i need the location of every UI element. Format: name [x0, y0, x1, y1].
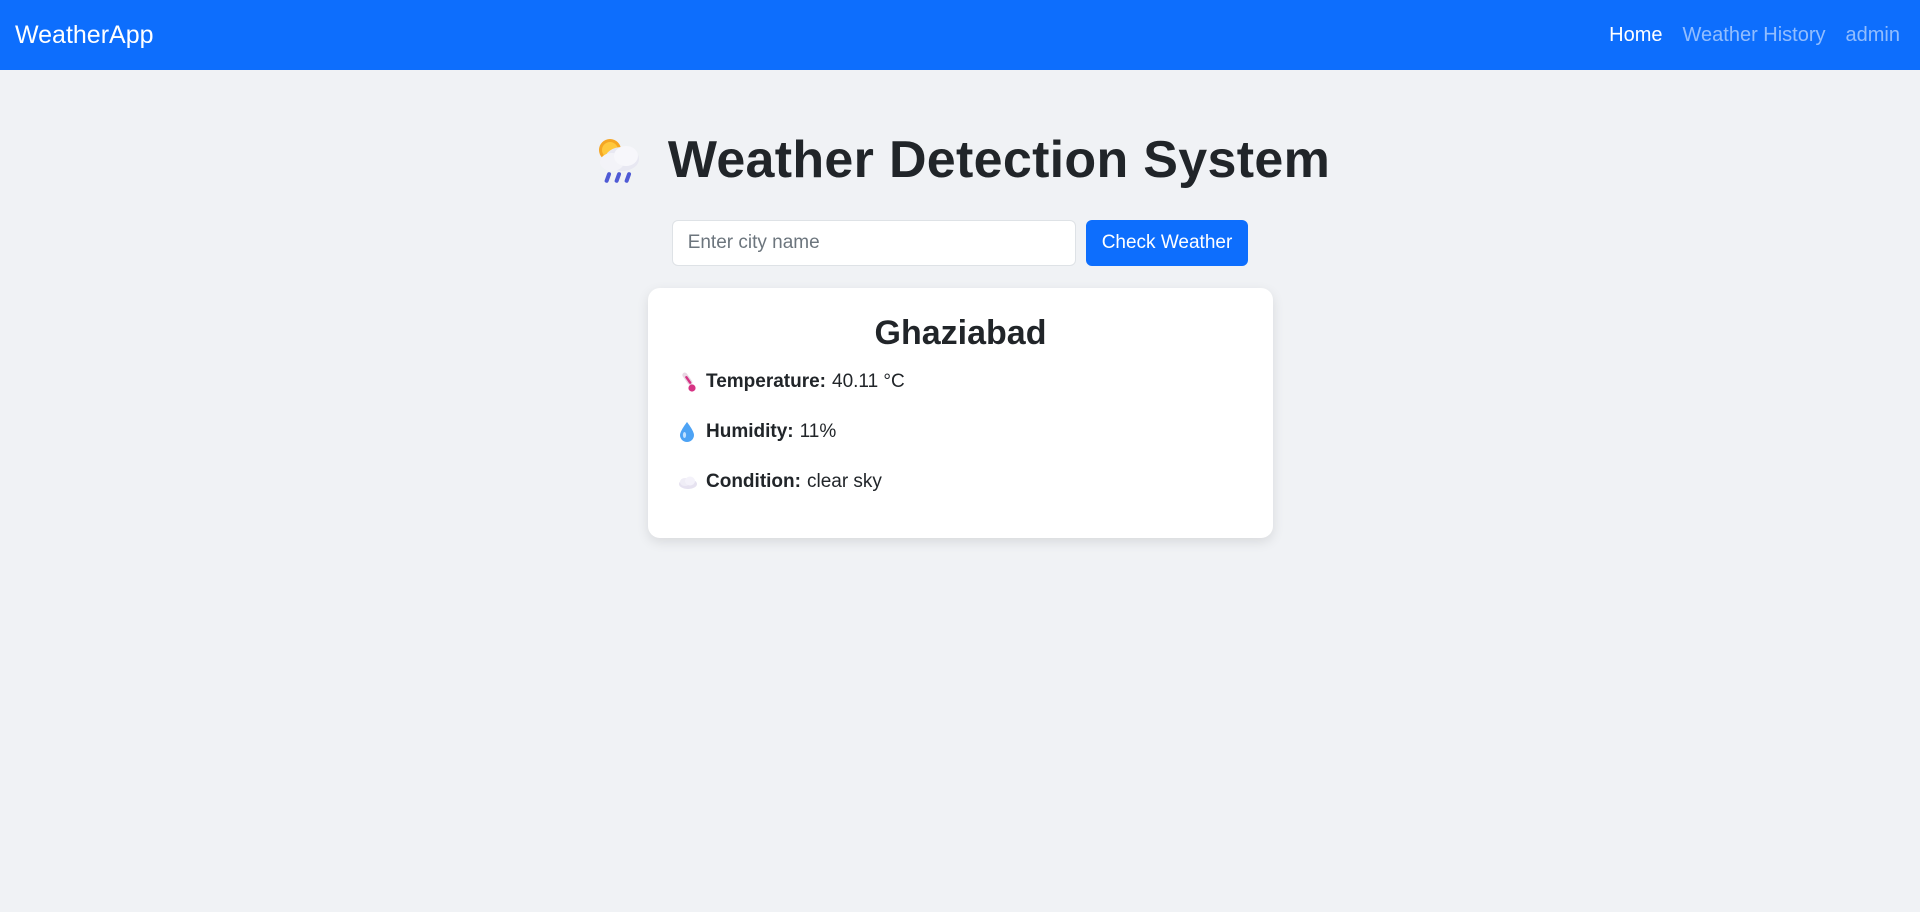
humidity-row: Humidity: 11% [676, 419, 1245, 445]
nav-links: Home Weather History admin [1589, 24, 1900, 47]
sun-cloud-rain-icon [598, 139, 639, 183]
nav-link-home[interactable]: Home [1609, 24, 1662, 47]
navbar: WeatherApp Home Weather History admin [0, 0, 1920, 70]
condition-label: Condition: [706, 471, 801, 492]
weather-result-card: Ghaziabad Temperature: 40.11 °C Humidity… [648, 288, 1273, 538]
temperature-label: Temperature: [706, 371, 827, 392]
search-form: Check Weather [0, 220, 1920, 266]
page-title: Weather Detection System [667, 131, 1331, 189]
brand-link[interactable]: WeatherApp [15, 21, 154, 50]
page-header: Weather Detection System [0, 130, 1920, 190]
droplet-icon [680, 422, 694, 442]
cloud-icon [679, 476, 697, 489]
condition-value: clear sky [806, 471, 882, 492]
temperature-value: 40.11 °C [832, 371, 905, 392]
temperature-row: Temperature: 40.11 °C [676, 369, 1245, 395]
condition-row: Condition: clear sky [676, 469, 1245, 495]
check-weather-button[interactable]: Check Weather [1085, 220, 1249, 266]
humidity-label: Humidity: [706, 421, 794, 442]
city-name: Ghaziabad [874, 314, 1047, 352]
nav-link-admin[interactable]: admin [1846, 24, 1900, 47]
humidity-value: 11% [799, 421, 837, 442]
nav-link-weather-history[interactable]: Weather History [1683, 24, 1826, 47]
thermometer-icon [682, 372, 696, 392]
city-input[interactable] [671, 220, 1076, 266]
